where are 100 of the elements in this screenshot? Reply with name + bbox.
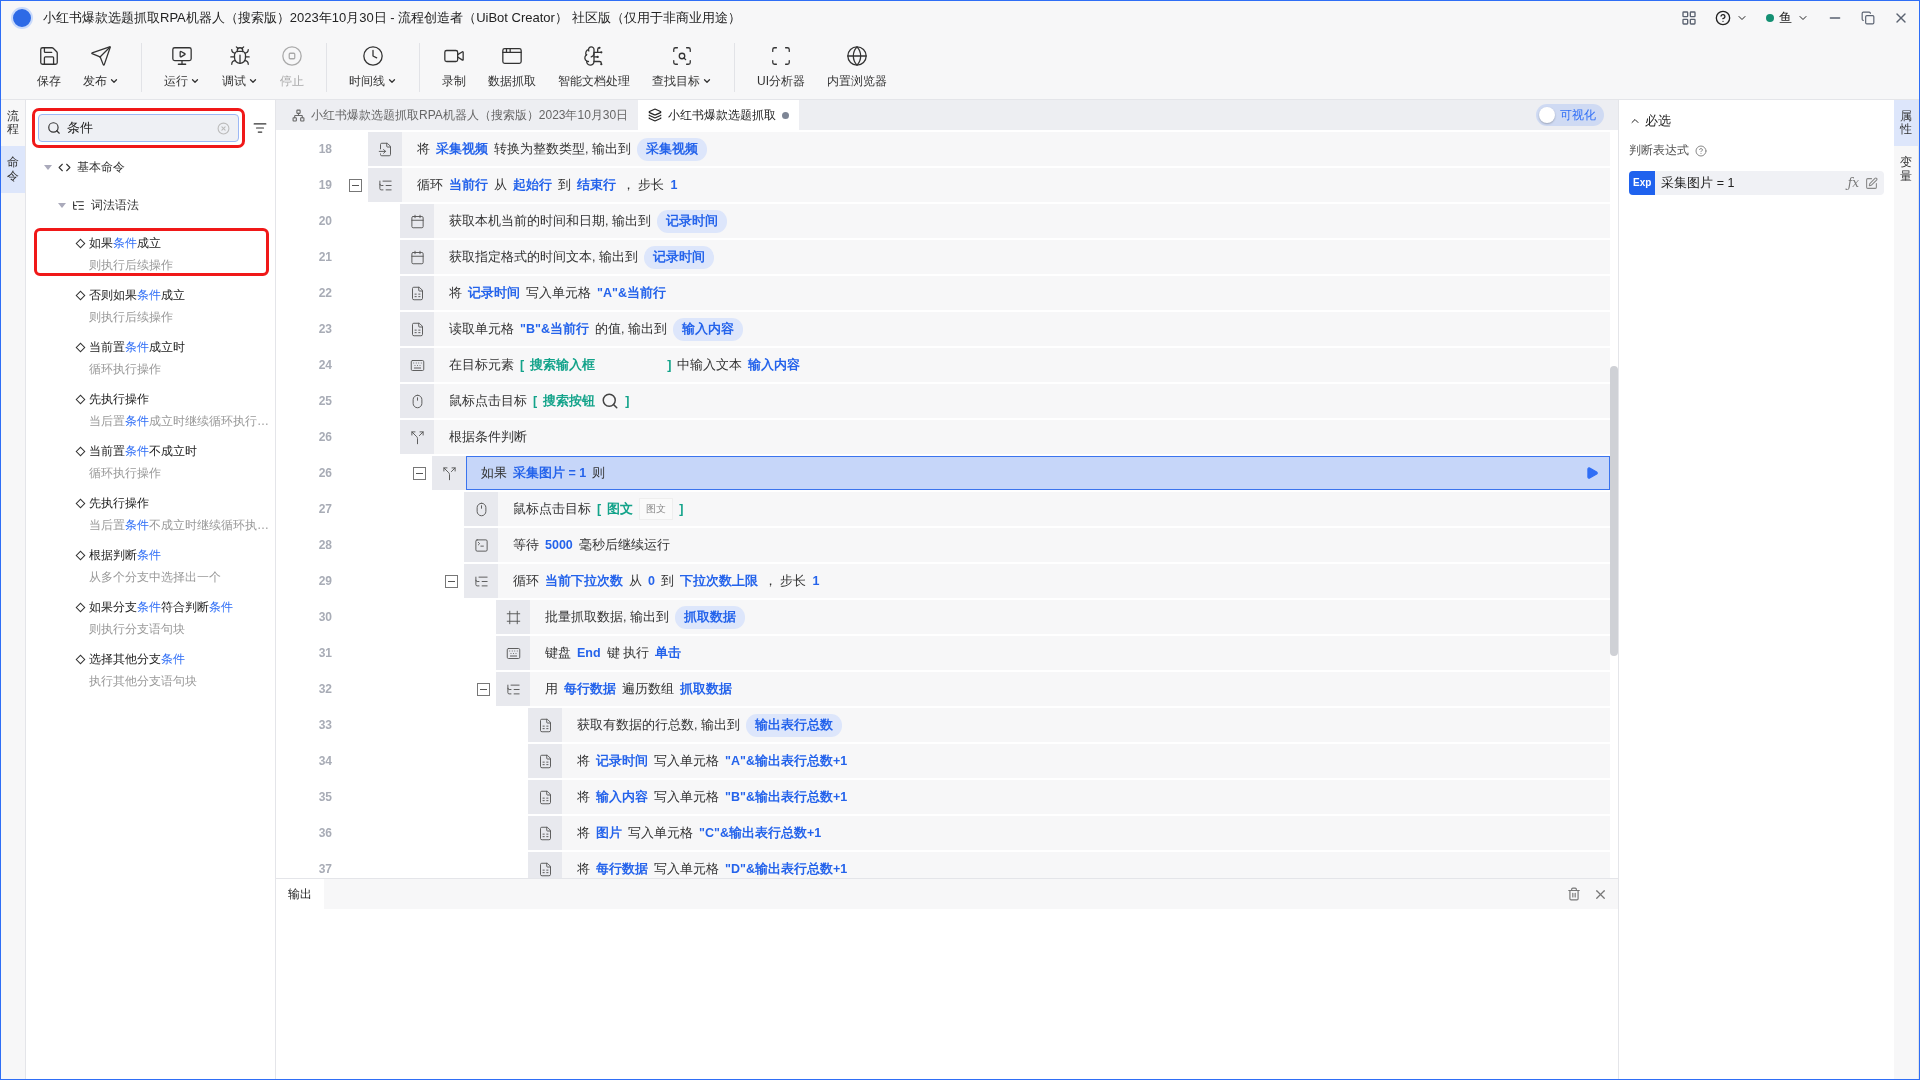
variable-name: 1	[670, 178, 678, 192]
command-row[interactable]: 将 图片 写入单元格 "C"&输出表行总数+1	[562, 816, 1610, 850]
element-thumbnail: 图文	[639, 498, 674, 520]
side-tab[interactable]: 命令	[1, 146, 25, 193]
toolbar-button[interactable]: 运行	[156, 42, 208, 92]
toolbar-button[interactable]: 调试	[214, 42, 266, 92]
toolbar-button[interactable]: 录制	[434, 42, 474, 92]
expression-field[interactable]: Exp 采集图片 = 1 ƒx	[1629, 171, 1884, 195]
loop-icon	[368, 168, 402, 202]
command-description: 当后置条件不成立时继续循环执…	[88, 517, 266, 534]
command-row[interactable]: 批量抓取数据, 输出到 抓取数据	[530, 600, 1610, 634]
collapse-toggle[interactable]	[477, 682, 490, 696]
command-row[interactable]: 鼠标点击目标 [ 搜索按钮 ]	[434, 384, 1610, 418]
command-row[interactable]: 用 每行数据 遍历数组 抓取数据	[530, 672, 1610, 706]
restore-icon[interactable]	[1861, 11, 1875, 25]
edit-icon[interactable]	[1865, 176, 1878, 190]
toolbar-button[interactable]: 数据抓取	[480, 42, 544, 92]
spreadsheet-icon	[528, 708, 562, 742]
document-tab[interactable]: 小红书爆款选题抓取RPA机器人（搜索版）2023年10月30日	[282, 100, 639, 130]
command-row[interactable]: 将 采集视频 转换为整数类型, 输出到 采集视频	[402, 132, 1610, 166]
command-title[interactable]: 当前置条件成立时	[89, 339, 185, 356]
caret-icon	[702, 76, 712, 86]
side-tab[interactable]: 流程	[1, 100, 25, 147]
command-row[interactable]: 将 输入内容 写入单元格 "B"&输出表行总数+1	[562, 780, 1610, 814]
play-icon[interactable]	[1585, 466, 1599, 480]
toolbar-button[interactable]: 保存	[29, 42, 69, 92]
frame-icon	[496, 600, 530, 634]
command-row[interactable]: 如果 采集图片 = 1 则	[466, 456, 1610, 490]
side-tab[interactable]: 属性	[1894, 100, 1918, 147]
toolbar-button[interactable]: 内置浏览器	[819, 42, 895, 92]
command-row[interactable]: 循环 当前行 从 起始行 到 结束行 ， 步长 1	[402, 168, 1610, 202]
command-row[interactable]: 鼠标点击目标 [ 图文 图文 ]	[498, 492, 1610, 526]
command-title[interactable]: 选择其他分支条件	[89, 651, 185, 668]
side-tab[interactable]: 变量	[1894, 146, 1918, 193]
variable-name: 采集视频	[436, 140, 488, 158]
command-text: 则	[592, 464, 606, 482]
search-icon	[601, 392, 620, 410]
command-row[interactable]: 等待 5000 毫秒后继续运行	[498, 528, 1610, 562]
toolbar-button[interactable]: 智能文档处理	[550, 42, 638, 92]
command-description: 循环执行操作	[88, 361, 162, 378]
field-label: 判断表达式	[1629, 142, 1689, 159]
toolbar-button[interactable]: 时间线	[341, 42, 405, 92]
target-element: [	[597, 502, 602, 516]
command-row[interactable]: 键盘 End 键 执行 单击	[530, 636, 1610, 670]
collapse-toggle[interactable]	[445, 574, 458, 588]
command-row[interactable]: 获取指定格式的时间文本, 输出到 记录时间	[434, 240, 1610, 274]
target-element: [	[533, 394, 538, 408]
variable-name: "C"&输出表行总数+1	[699, 824, 822, 842]
expand-caret-icon[interactable]	[44, 164, 52, 170]
command-row[interactable]: 将 每行数据 写入单元格 "D"&输出表行总数+1	[562, 852, 1610, 878]
tree-node[interactable]: 词法语法	[91, 196, 139, 214]
trash-icon[interactable]	[1567, 887, 1581, 901]
flowchart-icon	[292, 108, 305, 122]
command-row[interactable]: 将 记录时间 写入单元格 "A"&输出表行总数+1	[562, 744, 1610, 778]
window-title: 小红书爆款选题抓取RPA机器人（搜索版）2023年10月30日 - 流程创造者（UiBot Creator） 社区版（仅用于非商业用途）	[43, 9, 742, 27]
command-row[interactable]: 获取有数据的行总数, 输出到 输出表行总数	[562, 708, 1610, 742]
command-title[interactable]: 当前置条件不成立时	[89, 443, 197, 460]
expand-caret-icon[interactable]	[58, 202, 66, 208]
command-title[interactable]: 先执行操作	[89, 495, 149, 512]
line-number: 25	[317, 393, 333, 410]
command-title[interactable]: 根据判断条件	[89, 547, 161, 564]
command-text: 将	[577, 752, 590, 770]
toolbar-button[interactable]: 发布	[75, 42, 127, 92]
command-row[interactable]: 获取本机当前的时间和日期, 输出到 记录时间	[434, 204, 1610, 238]
command-text: ， 步长	[622, 176, 665, 194]
tree-node[interactable]: 基本命令	[77, 158, 125, 176]
search-field[interactable]: 条件	[38, 114, 239, 142]
collapse-toggle[interactable]	[413, 466, 426, 480]
command-title[interactable]: 否则如果条件成立	[89, 287, 185, 304]
toolbar-button[interactable]: UI分析器	[749, 42, 813, 92]
command-text: 转换为整数类型, 输出到	[494, 140, 631, 158]
expression-text: 采集图片 = 1	[1661, 174, 1736, 192]
command-row[interactable]: 根据条件判断	[434, 420, 1610, 454]
document-tab[interactable]: 小红书爆款选题抓取	[638, 100, 800, 130]
spreadsheet-icon	[400, 312, 434, 346]
function-button[interactable]: ƒx	[1847, 176, 1859, 190]
section-header[interactable]: 必选	[1629, 112, 1884, 130]
command-row[interactable]: 读取单元格 "B"&当前行 的值, 输出到 输入内容	[434, 312, 1610, 346]
toolbar-button[interactable]: 查找目标	[644, 42, 720, 92]
search-icon	[47, 121, 61, 135]
help-icon[interactable]	[1715, 10, 1731, 26]
variable-name: 输入内容	[748, 356, 801, 374]
variable-name: 记录时间	[596, 752, 648, 770]
variable-name: 每行数据	[596, 860, 648, 878]
apps-icon[interactable]	[1681, 10, 1697, 26]
variable-name: "A"&输出表行总数+1	[725, 752, 848, 770]
command-title[interactable]: 先执行操作	[89, 391, 149, 408]
scrollbar-thumb[interactable]	[1610, 366, 1618, 656]
line-number: 24	[317, 357, 333, 374]
line-number: 19	[317, 177, 333, 194]
user-name[interactable]: 鱼	[1779, 9, 1792, 27]
collapse-toggle[interactable]	[349, 178, 362, 192]
output-variable: 抓取数据	[674, 605, 745, 629]
command-title[interactable]: 如果分支条件符合判断条件	[89, 599, 233, 616]
command-row[interactable]: 循环 当前下拉次数 从 0 到 下拉次数上限 ， 步长 1	[498, 564, 1610, 598]
command-row[interactable]: 将 记录时间 写入单元格 "A"&当前行	[434, 276, 1610, 310]
command-title[interactable]: 如果条件成立	[89, 235, 161, 252]
output-tab[interactable]: 输出	[276, 879, 324, 909]
command-row[interactable]: 在目标元素 [ 搜索输入框 ] 中输入文本 输入内容	[434, 348, 1610, 382]
command-text: 将	[577, 788, 590, 806]
